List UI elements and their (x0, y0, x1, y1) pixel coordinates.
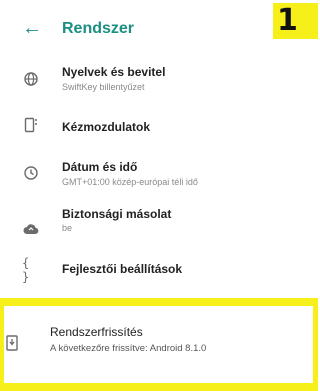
settings-item-summary: be (62, 223, 73, 233)
settings-item-backup[interactable]: Biztonsági másolat be (0, 196, 318, 244)
settings-item-summary: SwiftKey billentyűzet (62, 82, 145, 92)
code-braces-icon: { } (22, 256, 30, 284)
settings-item-summary: A következőre frissítve: Android 8.1.0 (50, 343, 207, 354)
settings-item-languages[interactable]: Nyelvek és bevitel SwiftKey billentyűzet (0, 60, 318, 104)
settings-item-label: Fejlesztői beállítások (62, 262, 183, 276)
globe-icon (22, 70, 40, 88)
settings-item-label: Dátum és idő (62, 160, 138, 174)
step-number-badge: 1 (273, 3, 318, 39)
settings-item-summary: GMT+01:00 közép-európai téli idő (62, 177, 198, 187)
highlight-frame: Rendszerfrissítés A következőre frissítv… (0, 298, 318, 391)
settings-item-label: Biztonsági másolat (62, 207, 172, 221)
settings-item-date-time[interactable]: Dátum és idő GMT+01:00 közép-európai tél… (0, 148, 318, 196)
page-title: Rendszer (62, 20, 135, 37)
gesture-icon (22, 116, 40, 134)
system-update-icon (3, 334, 21, 352)
settings-item-system-update[interactable]: Rendszerfrissítés A következőre frissítv… (4, 306, 313, 383)
settings-item-label: Rendszerfrissítés (50, 325, 143, 339)
settings-item-label: Kézmozdulatok (62, 120, 151, 134)
arrow-left-icon[interactable]: ← (22, 17, 42, 39)
settings-item-developer-options[interactable]: { } Fejlesztői beállítások (0, 252, 318, 292)
settings-item-gestures[interactable]: Kézmozdulatok (0, 104, 318, 148)
clock-icon (22, 164, 40, 182)
cloud-upload-icon (22, 220, 40, 238)
settings-item-label: Nyelvek és bevitel (62, 65, 166, 79)
app-bar: ← Rendszer 1 (0, 0, 318, 60)
